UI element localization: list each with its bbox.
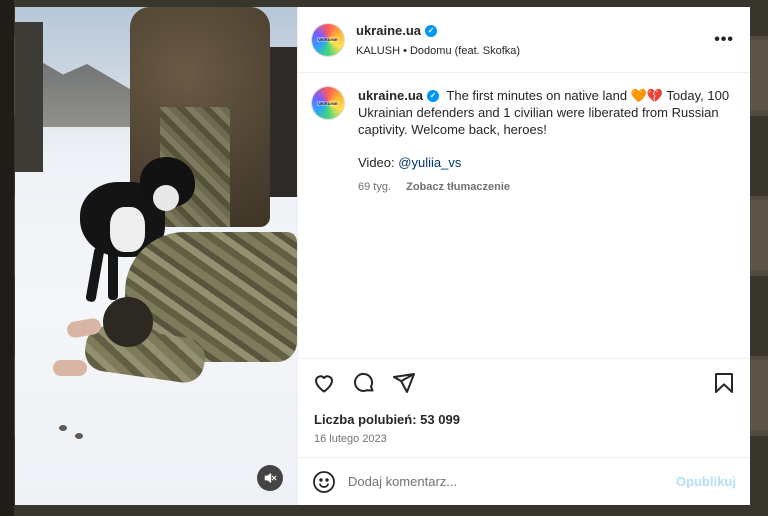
- avatar[interactable]: UKRAINE: [312, 23, 344, 56]
- mute-button[interactable]: [257, 465, 283, 491]
- post-header: UKRAINE ukraine.ua ✓ KALUSH • Dodomu (fe…: [298, 7, 750, 73]
- heart-icon[interactable]: [312, 371, 336, 395]
- caption-footer: 69 tyg. Zobacz tłumaczenie: [358, 179, 734, 196]
- backdrop-thumbnail: [750, 360, 768, 430]
- action-bar: [298, 358, 750, 406]
- publish-button[interactable]: Opublikuj: [676, 474, 736, 489]
- comments-section: UKRAINE ukraine.ua ✓ The first minutes o…: [298, 73, 750, 358]
- caption-username[interactable]: ukraine.ua ✓: [358, 87, 440, 104]
- muted-speaker-icon: [264, 473, 277, 483]
- likes-count[interactable]: Liczba polubień: 53 099: [298, 406, 750, 427]
- post-caption: UKRAINE ukraine.ua ✓ The first minutes o…: [312, 87, 734, 196]
- caption-avatar[interactable]: UKRAINE: [312, 87, 344, 119]
- video-credit: Video: @yuliia_vs: [358, 155, 462, 170]
- caption-timestamp[interactable]: 69 tyg.: [358, 181, 391, 193]
- emoji-icon[interactable]: [312, 470, 336, 494]
- add-comment-bar: Opublikuj: [298, 457, 750, 505]
- post-date: 16 lutego 2023: [314, 433, 387, 445]
- translate-button[interactable]: Zobacz tłumaczenie: [406, 181, 510, 193]
- comment-input[interactable]: [348, 474, 677, 489]
- author-username[interactable]: ukraine.ua ✓: [356, 23, 438, 38]
- post-video[interactable]: [15, 7, 297, 505]
- verified-badge-icon: ✓: [427, 89, 440, 102]
- audio-track-link[interactable]: KALUSH • Dodomu (feat. Skofka): [356, 45, 714, 57]
- verified-badge-icon: ✓: [425, 24, 438, 37]
- post-sidebar: UKRAINE ukraine.ua ✓ KALUSH • Dodomu (fe…: [297, 7, 750, 505]
- comment-icon[interactable]: [352, 371, 376, 395]
- bookmark-icon[interactable]: [712, 371, 736, 395]
- video-stone: [59, 425, 67, 431]
- video-person: [15, 22, 43, 172]
- more-options-button[interactable]: •••: [714, 31, 734, 49]
- mention-link[interactable]: @yuliia_vs: [398, 155, 461, 170]
- video-person: [267, 47, 297, 197]
- video-stone: [75, 433, 83, 439]
- backdrop-thumbnail: [750, 40, 768, 110]
- video-kneeling-soldier: [53, 232, 297, 412]
- post-modal: UKRAINE ukraine.ua ✓ KALUSH • Dodomu (fe…: [15, 7, 750, 505]
- backdrop-thumbnail: [750, 200, 768, 270]
- share-icon[interactable]: [392, 371, 416, 395]
- avatar-text: UKRAINE: [317, 37, 339, 42]
